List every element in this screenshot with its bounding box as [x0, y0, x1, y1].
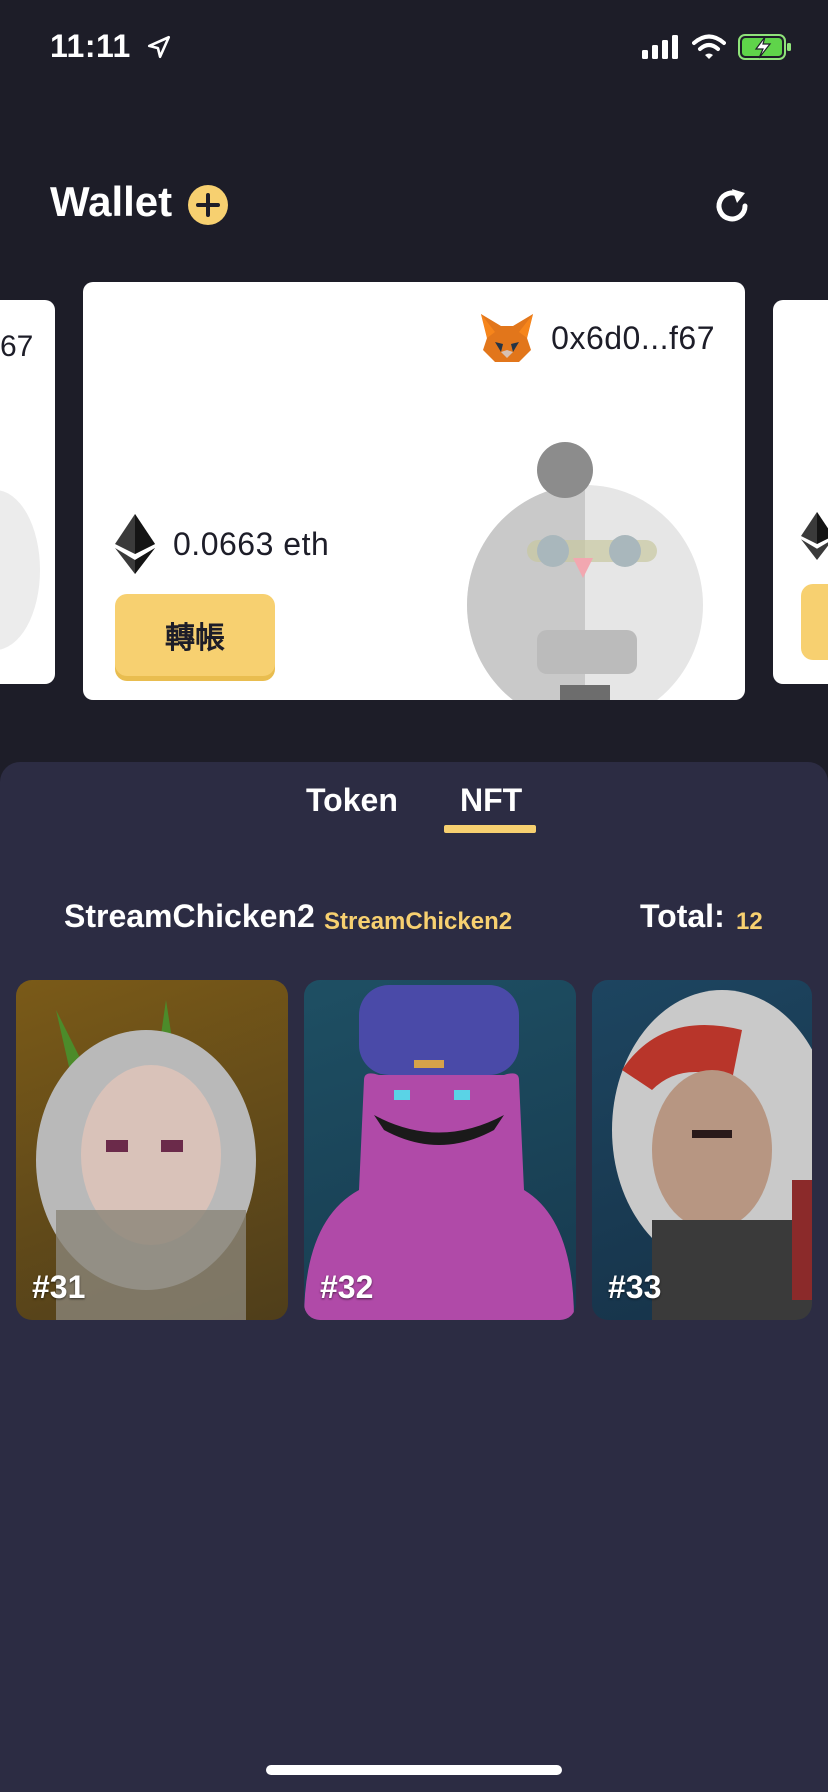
status-time-text: 11:11	[50, 28, 131, 64]
transfer-button[interactable]: 轉帳	[115, 594, 275, 676]
signal-icon	[642, 35, 678, 59]
nft-card[interactable]: #32	[304, 980, 576, 1320]
wallet-card-next[interactable]	[773, 300, 828, 684]
wallet-address-row: 0x6d0...f67	[479, 312, 715, 364]
add-wallet-button[interactable]	[188, 185, 228, 225]
status-time: 11:11	[50, 28, 172, 65]
refresh-button[interactable]	[710, 184, 754, 228]
ethereum-icon	[801, 512, 828, 560]
page-title: Wallet	[50, 178, 173, 225]
assets-panel: Token NFT StreamChicken2 StreamChicken2 …	[0, 762, 828, 1792]
wallet-card[interactable]: 0x6d0...f67 0.0663 eth 轉帳	[83, 282, 745, 700]
location-arrow-icon	[148, 35, 171, 59]
nft-label: #33	[608, 1269, 662, 1305]
collection-name: StreamChicken2	[64, 898, 315, 934]
total-label: Total:	[640, 898, 725, 934]
nft-label: #31	[32, 1269, 86, 1305]
home-indicator[interactable]	[266, 1765, 562, 1775]
nft-card[interactable]: #31	[16, 980, 288, 1320]
previous-card-art	[0, 490, 40, 650]
nft-label: #32	[320, 1269, 374, 1305]
tab-active-indicator	[444, 825, 536, 833]
refresh-icon	[716, 189, 748, 222]
collection-subtitle: StreamChicken2	[324, 908, 513, 935]
plus-icon	[196, 193, 220, 217]
nft-card[interactable]: #33	[592, 980, 812, 1320]
balance-row: 0.0663 eth	[115, 514, 329, 574]
previous-card-address: 67	[0, 330, 34, 363]
tab-token[interactable]: Token	[306, 782, 398, 819]
next-card-transfer-button[interactable]	[801, 584, 828, 660]
ethereum-icon	[115, 514, 155, 574]
wifi-icon	[692, 34, 726, 59]
metamask-fox-icon	[481, 314, 534, 362]
status-icons	[642, 34, 792, 60]
wallet-card-previous[interactable]: 67	[0, 300, 55, 684]
battery-charging-icon	[738, 34, 791, 60]
total-count: 12	[736, 908, 763, 935]
eth-balance: 0.0663 eth	[173, 525, 330, 562]
avatar-chicken-art	[465, 440, 705, 700]
wallet-address: 0x6d0...f67	[551, 319, 715, 356]
tab-nft[interactable]: NFT	[460, 782, 522, 819]
